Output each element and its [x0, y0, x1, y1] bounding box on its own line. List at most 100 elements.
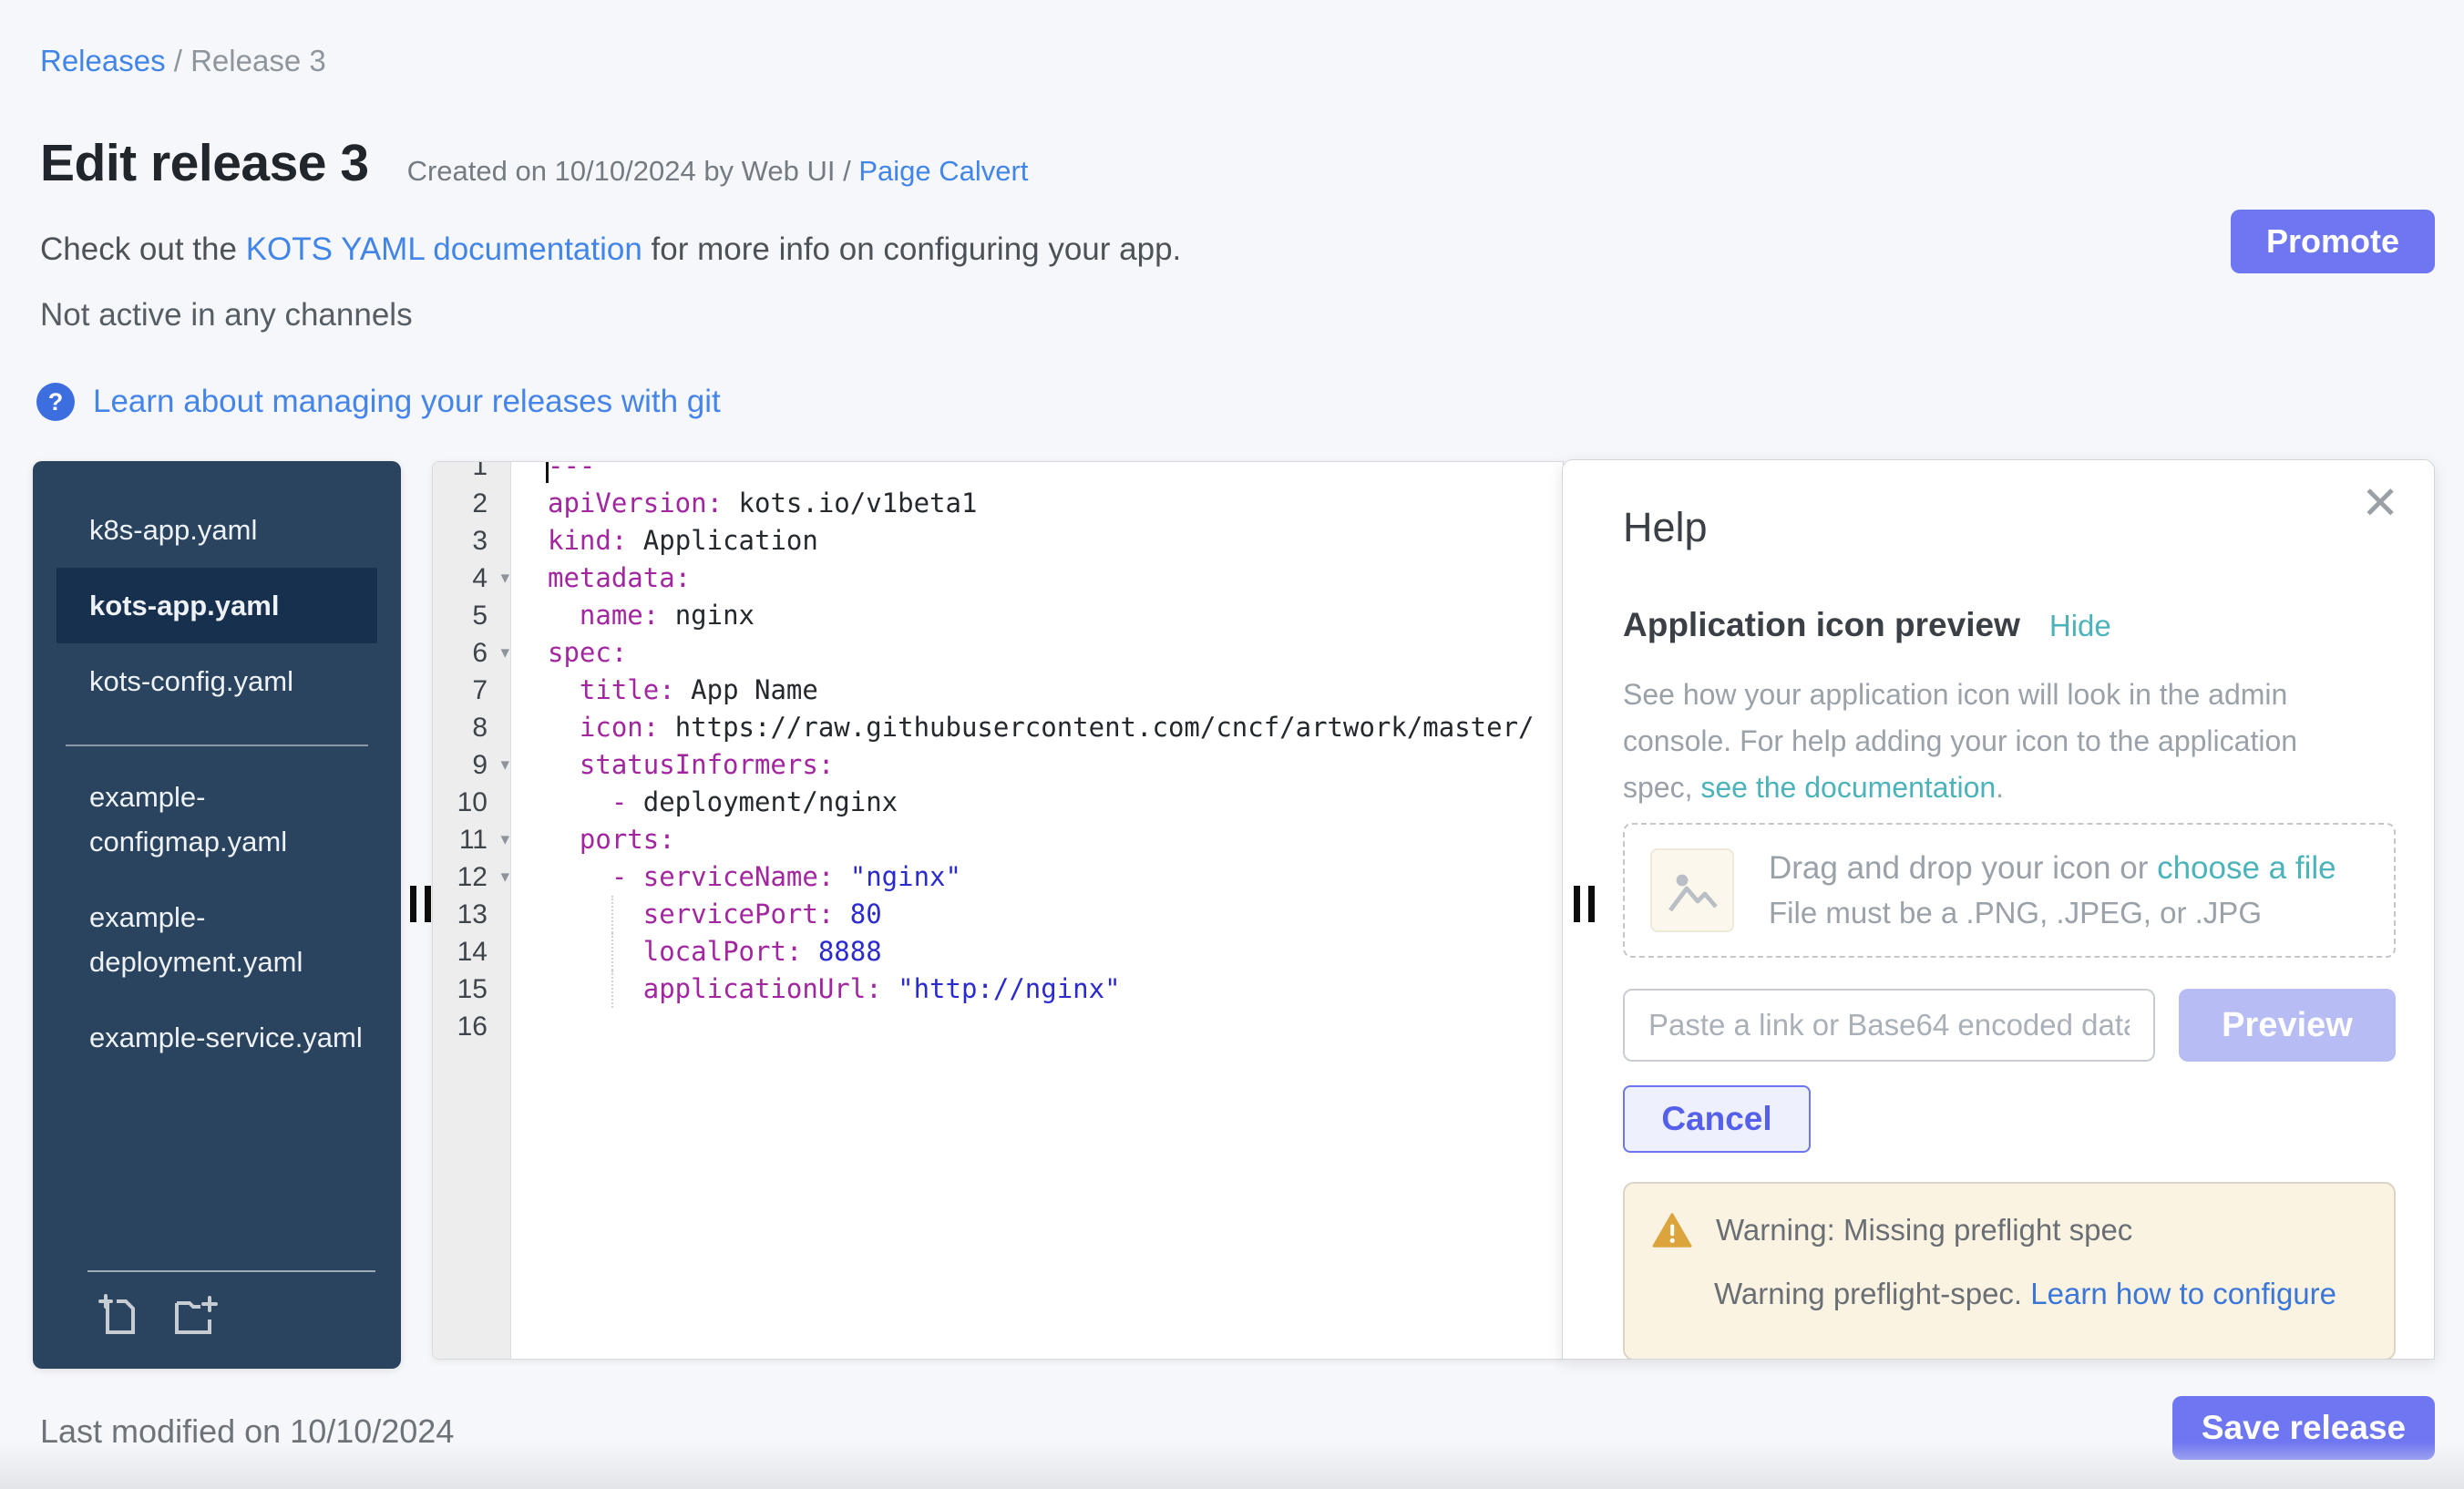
- help-panel-title: Help: [1623, 504, 1708, 551]
- code-line-10[interactable]: 10 - deployment/nginx: [433, 784, 1563, 821]
- code-line-11[interactable]: 11▾ ports:: [433, 821, 1563, 858]
- code-line-13[interactable]: 13 servicePort: 80: [433, 896, 1563, 933]
- code-line-5[interactable]: 5 name: nginx: [433, 597, 1563, 634]
- line-number: 1: [433, 461, 511, 485]
- code-line-6[interactable]: 6▾spec:: [433, 634, 1563, 672]
- code-text: - serviceName: "nginx": [511, 858, 961, 896]
- file-sidebar: k8s-app.yamlkots-app.yamlkots-config.yam…: [33, 461, 401, 1369]
- code-line-2[interactable]: 2apiVersion: kots.io/v1beta1: [433, 485, 1563, 522]
- dropzone-line1: Drag and drop your icon or: [1769, 850, 2157, 886]
- image-placeholder-icon: [1650, 848, 1734, 932]
- line-number: 7: [433, 672, 511, 709]
- kots-yaml-docs-link[interactable]: KOTS YAML documentation: [246, 231, 642, 267]
- indent-guide: [611, 933, 613, 970]
- save-release-button[interactable]: Save release: [2172, 1396, 2435, 1460]
- code-line-8[interactable]: 8 icon: https://raw.githubusercontent.co…: [433, 709, 1563, 746]
- indent-guide: [611, 970, 613, 1008]
- sidebar-file-example-deployment.yaml[interactable]: example-deployment.yaml: [56, 879, 377, 1000]
- line-number: 3: [433, 522, 511, 560]
- code-lines: 1---2apiVersion: kots.io/v1beta13kind: A…: [433, 461, 1563, 1045]
- see-documentation-link[interactable]: see the documentation: [1700, 771, 1996, 804]
- code-text: [511, 1008, 548, 1045]
- line-number: 10: [433, 784, 511, 821]
- code-text: applicationUrl: "http://nginx": [511, 970, 1121, 1008]
- breadcrumb-releases-link[interactable]: Releases: [40, 44, 166, 77]
- description-text: .: [1996, 771, 2004, 804]
- hide-link[interactable]: Hide: [2049, 609, 2111, 643]
- code-text: title: App Name: [511, 672, 818, 709]
- docs-suffix: for more info on configuring your app.: [642, 231, 1181, 267]
- add-file-icon[interactable]: [95, 1290, 142, 1338]
- help-panel-resize-handle[interactable]: [1574, 886, 1595, 922]
- sidebar-file-example-configmap.yaml[interactable]: example-configmap.yaml: [56, 759, 377, 879]
- sidebar-file-list: k8s-app.yamlkots-app.yamlkots-config.yam…: [33, 461, 401, 1075]
- code-text: metadata:: [511, 560, 691, 597]
- code-text: servicePort: 80: [511, 896, 882, 933]
- line-number: 5: [433, 597, 511, 634]
- sidebar-footer: [87, 1270, 375, 1358]
- choose-file-link[interactable]: choose a file: [2157, 850, 2336, 886]
- code-text: spec:: [511, 634, 627, 672]
- line-number: 9▾: [433, 746, 511, 784]
- promote-button[interactable]: Promote: [2231, 210, 2435, 273]
- code-line-3[interactable]: 3kind: Application: [433, 522, 1563, 560]
- sidebar-resize-handle[interactable]: [410, 886, 431, 922]
- line-number: 6▾: [433, 634, 511, 672]
- icon-dropzone[interactable]: Drag and drop your icon or choose a file…: [1623, 823, 2396, 958]
- sidebar-file-kots-config.yaml[interactable]: kots-config.yaml: [56, 643, 377, 719]
- created-text: Created on 10/10/2024 by Web UI /: [407, 155, 859, 187]
- line-number: 12▾: [433, 858, 511, 896]
- icon-preview-section: Application icon preview Hide: [1623, 606, 2111, 644]
- code-line-16[interactable]: 16: [433, 1008, 1563, 1045]
- sidebar-file-example-service.yaml[interactable]: example-service.yaml: [56, 1000, 377, 1075]
- fold-arrow-icon[interactable]: ▾: [500, 821, 509, 858]
- code-line-12[interactable]: 12▾ - serviceName: "nginx": [433, 858, 1563, 896]
- code-text: localPort: 8888: [511, 933, 882, 970]
- code-line-15[interactable]: 15 applicationUrl: "http://nginx": [433, 970, 1563, 1008]
- code-line-9[interactable]: 9▾ statusInformers:: [433, 746, 1563, 784]
- code-text: ports:: [511, 821, 675, 858]
- fold-arrow-icon[interactable]: ▾: [500, 634, 509, 672]
- learn-configure-link[interactable]: Learn how to configure: [2030, 1277, 2336, 1310]
- breadcrumb-separator: /: [166, 44, 191, 77]
- fold-arrow-icon[interactable]: ▾: [500, 858, 509, 896]
- page-title: Edit release 3: [40, 133, 369, 193]
- code-text: statusInformers:: [511, 746, 834, 784]
- cancel-button[interactable]: Cancel: [1623, 1085, 1811, 1153]
- preflight-warning: Warning: Missing preflight spec Warning …: [1623, 1182, 2396, 1360]
- code-text: kind: Application: [511, 522, 818, 560]
- preview-button[interactable]: Preview: [2179, 989, 2396, 1062]
- line-number: 4▾: [433, 560, 511, 597]
- sidebar-file-kots-app.yaml[interactable]: kots-app.yaml: [56, 568, 377, 643]
- warning-title: Warning: Missing preflight spec: [1716, 1213, 2132, 1248]
- line-number: 2: [433, 485, 511, 522]
- warning-triangle-icon: [1652, 1211, 1692, 1249]
- code-line-4[interactable]: 4▾metadata:: [433, 560, 1563, 597]
- line-number: 8: [433, 709, 511, 746]
- icon-preview-title: Application icon preview: [1623, 606, 2020, 644]
- close-icon[interactable]: ✕: [2361, 480, 2399, 526]
- created-info: Created on 10/10/2024 by Web UI / Paige …: [407, 155, 1029, 188]
- line-number: 13: [433, 896, 511, 933]
- code-editor[interactable]: 1---2apiVersion: kots.io/v1beta13kind: A…: [432, 461, 1564, 1360]
- last-modified-text: Last modified on 10/10/2024: [40, 1412, 454, 1451]
- code-text: ---: [511, 461, 595, 485]
- code-line-14[interactable]: 14 localPort: 8888: [433, 933, 1563, 970]
- git-releases-link[interactable]: Learn about managing your releases with …: [93, 384, 721, 420]
- line-number: 15: [433, 970, 511, 1008]
- fold-arrow-icon[interactable]: ▾: [500, 746, 509, 784]
- line-number: 14: [433, 933, 511, 970]
- icon-url-input[interactable]: [1623, 989, 2155, 1062]
- code-line-7[interactable]: 7 title: App Name: [433, 672, 1563, 709]
- dropzone-text: Drag and drop your icon or choose a file…: [1769, 850, 2336, 930]
- sidebar-file-k8s-app.yaml[interactable]: k8s-app.yaml: [56, 492, 377, 568]
- add-folder-icon[interactable]: [169, 1290, 221, 1338]
- text-cursor: [546, 461, 549, 483]
- code-text: apiVersion: kots.io/v1beta1: [511, 485, 977, 522]
- author-link[interactable]: Paige Calvert: [858, 155, 1028, 187]
- warning-detail: Warning preflight-spec.: [1714, 1277, 2030, 1310]
- docs-line: Check out the KOTS YAML documentation fo…: [40, 231, 1181, 268]
- fold-arrow-icon[interactable]: ▾: [500, 560, 509, 597]
- code-line-1[interactable]: 1---: [433, 461, 1563, 485]
- indent-guide: [611, 896, 613, 933]
